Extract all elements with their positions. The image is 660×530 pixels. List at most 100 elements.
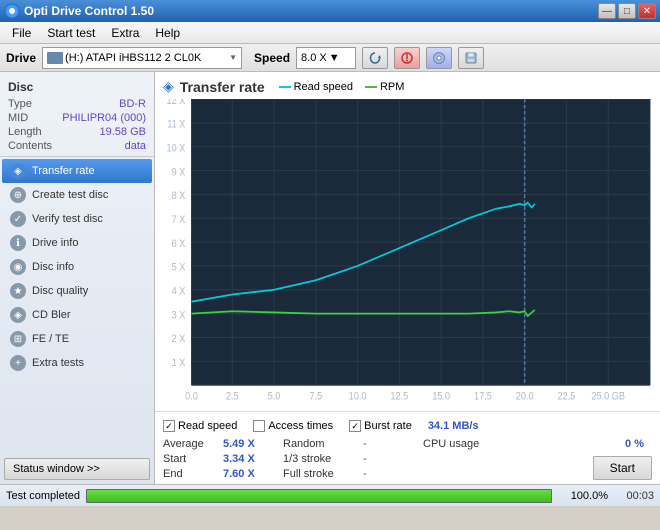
burst-rate-value: 34.1 MB/s [428, 420, 479, 432]
random-label: Random [283, 438, 363, 450]
read-speed-checkbox[interactable]: ✓ Read speed [163, 420, 237, 432]
nav-drive-info-label: Drive info [32, 237, 78, 249]
stats-bottom: ✓ Read speed Access times ✓ Burst rate 3… [155, 411, 660, 484]
nav-verify-test-disc[interactable]: ✓ Verify test disc [2, 207, 152, 231]
nav-fe-te[interactable]: ⊞ FE / TE [2, 327, 152, 351]
nav-disc-info[interactable]: ◉ Disc info [2, 255, 152, 279]
chart-area: ◈ Transfer rate Read speed RPM [155, 72, 660, 411]
legend-read-speed-label: Read speed [294, 81, 353, 93]
full-stroke-value: - [363, 468, 367, 480]
svg-text:11 X: 11 X [167, 119, 185, 131]
end-value: 7.60 X [223, 468, 255, 480]
nav-disc-quality[interactable]: ★ Disc quality [2, 279, 152, 303]
nav-verify-test-disc-label: Verify test disc [32, 213, 103, 225]
end-label: End [163, 468, 223, 480]
status-window-label: Status window >> [13, 463, 100, 475]
maximize-button[interactable]: □ [618, 3, 636, 19]
average-value: 5.49 X [223, 438, 255, 450]
disc-mid-value: PHILIPR04 (000) [62, 112, 146, 124]
chart-container: 12 X 11 X 10 X 9 X 8 X 7 X 6 X 5 X 4 X 3… [163, 99, 652, 409]
svg-text:7.5: 7.5 [309, 391, 322, 403]
cd-bler-icon: ◈ [10, 307, 26, 323]
disc-section: Disc Type BD-R MID PHILIPR04 (000) Lengt… [0, 76, 154, 157]
svg-text:3 X: 3 X [172, 310, 186, 322]
start-button[interactable]: Start [593, 456, 652, 480]
burst-rate-checkbox[interactable]: ✓ Burst rate [349, 420, 412, 432]
refresh-button[interactable] [362, 47, 388, 69]
svg-text:4 X: 4 X [172, 286, 186, 298]
access-times-checkbox-label: Access times [268, 420, 333, 432]
svg-text:8 X: 8 X [172, 191, 186, 203]
full-stroke-row: Full stroke - [283, 468, 413, 480]
nav-extra-tests-label: Extra tests [32, 357, 84, 369]
one-third-stroke-row: 1/3 stroke - [283, 453, 413, 465]
fe-te-icon: ⊞ [10, 331, 26, 347]
svg-text:20.0: 20.0 [516, 391, 534, 403]
speed-arrow: ▼ [329, 52, 340, 64]
random-row: Random - [283, 438, 413, 450]
minimize-button[interactable]: — [598, 3, 616, 19]
end-row: End 7.60 X [163, 468, 273, 480]
transfer-rate-icon: ◈ [10, 163, 26, 179]
bottom-bar: Test completed 100.0% 00:03 [0, 484, 660, 506]
average-row: Average 5.49 X [163, 438, 273, 450]
extra-tests-icon: + [10, 355, 26, 371]
chart-title-icon: ◈ [163, 78, 174, 95]
full-stroke-label: Full stroke [283, 468, 363, 480]
svg-text:10.0: 10.0 [349, 391, 367, 403]
drive-select[interactable]: (H:) ATAPI iHBS112 2 CL0K ▼ [42, 47, 242, 69]
nav-extra-tests[interactable]: + Extra tests [2, 351, 152, 375]
drive-info-icon: ℹ [10, 235, 26, 251]
app-title: Opti Drive Control 1.50 [24, 4, 154, 18]
menu-help[interactable]: Help [147, 24, 188, 42]
menu-start-test[interactable]: Start test [39, 24, 103, 42]
disc-mid-row: MID PHILIPR04 (000) [8, 112, 146, 124]
nav-fe-te-label: FE / TE [32, 333, 69, 345]
legend-rpm-color [365, 86, 377, 88]
nav-transfer-rate[interactable]: ◈ Transfer rate [2, 159, 152, 183]
access-times-checkbox[interactable]: Access times [253, 420, 333, 432]
nav-disc-info-label: Disc info [32, 261, 74, 273]
nav-transfer-rate-label: Transfer rate [32, 165, 95, 177]
progress-bar-container [86, 489, 552, 503]
nav-drive-info[interactable]: ℹ Drive info [2, 231, 152, 255]
sidebar: Disc Type BD-R MID PHILIPR04 (000) Lengt… [0, 72, 155, 484]
speed-select[interactable]: 8.0 X ▼ [296, 47, 356, 69]
legend-read-speed-color [279, 86, 291, 88]
cpu-usage-label: CPU usage [423, 438, 479, 450]
chart-title: Transfer rate [180, 79, 265, 95]
menu-extra[interactable]: Extra [103, 24, 147, 42]
disc-contents-label: Contents [8, 140, 52, 152]
svg-text:6 X: 6 X [172, 238, 186, 250]
svg-text:5.0: 5.0 [268, 391, 281, 403]
disc-length-value: 19.58 GB [100, 126, 146, 138]
status-window-button[interactable]: Status window >> [4, 458, 150, 480]
burst-rate-check: ✓ [349, 420, 361, 432]
disc-type-value: BD-R [119, 98, 146, 110]
nav-cd-bler-label: CD Bler [32, 309, 71, 321]
app-icon [4, 3, 20, 19]
svg-text:2.5: 2.5 [226, 391, 239, 403]
nav-cd-bler[interactable]: ◈ CD Bler [2, 303, 152, 327]
nav-create-test-disc[interactable]: ⊕ Create test disc [2, 183, 152, 207]
save-button[interactable] [458, 47, 484, 69]
close-button[interactable]: ✕ [638, 3, 656, 19]
window-controls: — □ ✕ [598, 3, 656, 19]
svg-text:5 X: 5 X [172, 262, 186, 274]
average-label: Average [163, 438, 223, 450]
legend-read-speed: Read speed [279, 81, 353, 93]
burst-rate-checkbox-label: Burst rate [364, 420, 412, 432]
chart-legend: Read speed RPM [279, 81, 405, 93]
drive-bar: Drive (H:) ATAPI iHBS112 2 CL0K ▼ Speed … [0, 44, 660, 72]
svg-text:2 X: 2 X [172, 334, 186, 346]
burn-button[interactable] [394, 47, 420, 69]
disc-contents-row: Contents data [8, 140, 146, 152]
chart-svg: 12 X 11 X 10 X 9 X 8 X 7 X 6 X 5 X 4 X 3… [163, 99, 652, 409]
drive-icon [47, 52, 63, 64]
menu-file[interactable]: File [4, 24, 39, 42]
disc-button[interactable] [426, 47, 452, 69]
disc-length-label: Length [8, 126, 42, 138]
nav-create-test-disc-label: Create test disc [32, 189, 108, 201]
start-label: Start [163, 453, 223, 465]
one-third-stroke-value: - [363, 453, 367, 465]
